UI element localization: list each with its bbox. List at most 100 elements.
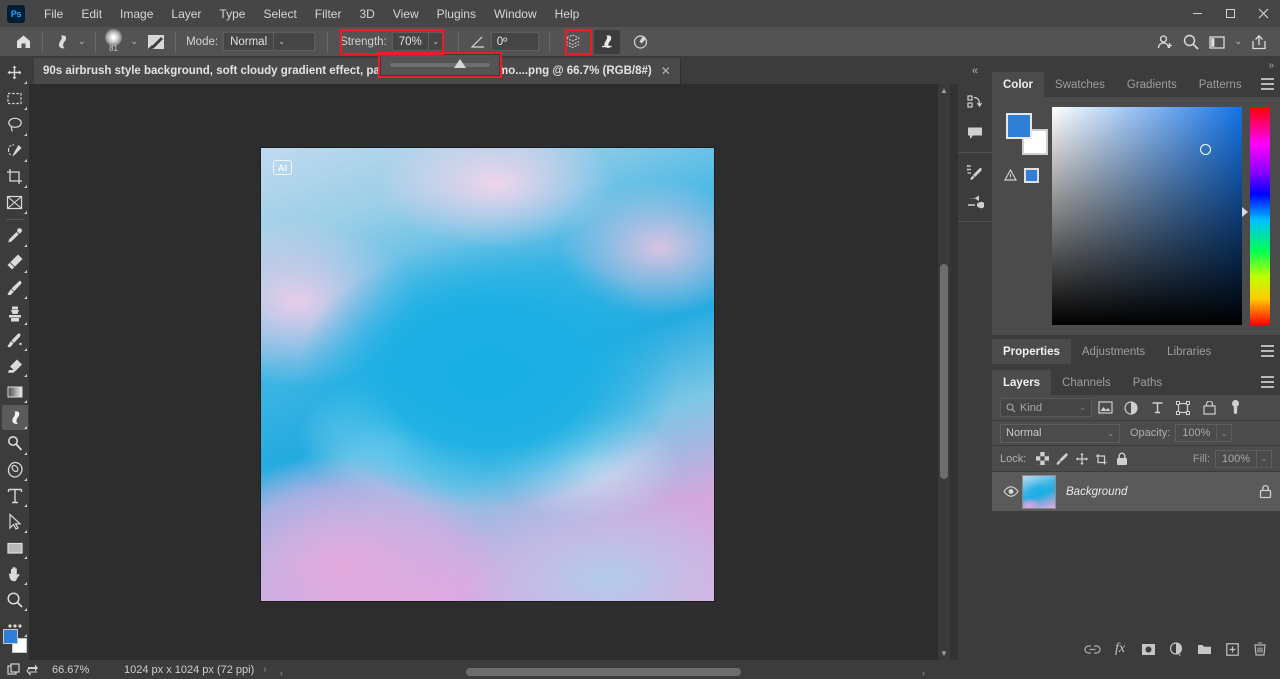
menu-3d[interactable]: 3D (350, 3, 383, 25)
share-export-icon[interactable] (1246, 30, 1272, 54)
hscroll-left-icon[interactable]: ‹ (280, 668, 283, 678)
tool-dodge[interactable] (2, 431, 28, 456)
tab-paths[interactable]: Paths (1121, 370, 1174, 395)
maximize-button[interactable] (1214, 0, 1247, 27)
menu-help[interactable]: Help (546, 3, 589, 25)
tab-libraries[interactable]: Libraries (1156, 339, 1223, 364)
document-icon[interactable] (4, 660, 23, 679)
hue-slider[interactable] (1242, 107, 1270, 325)
brush-preview[interactable]: 81 (102, 28, 126, 54)
gamut-warning-icon[interactable] (1004, 169, 1017, 181)
filter-smart-object-icon[interactable] (1196, 397, 1222, 419)
history-icon[interactable] (958, 88, 992, 118)
status-expand-icon[interactable]: › (254, 664, 275, 675)
workspace-chevron-icon[interactable]: ⌄ (1230, 36, 1246, 47)
tool-frame[interactable] (2, 190, 28, 215)
mode-dropdown[interactable]: Normal ⌄ (223, 32, 316, 51)
lock-position-icon[interactable] (1072, 449, 1092, 469)
tab-adjustments[interactable]: Adjustments (1070, 339, 1157, 364)
menu-select[interactable]: Select (254, 3, 305, 25)
image-canvas[interactable]: AI (260, 147, 715, 602)
tool-horizontal-type[interactable] (2, 483, 28, 508)
dock-collapse-button[interactable]: « (958, 58, 992, 84)
tool-history-brush[interactable] (2, 327, 28, 352)
web-safe-color-swatch[interactable] (1024, 168, 1039, 183)
layer-thumbnail[interactable] (1022, 474, 1056, 509)
tab-properties[interactable]: Properties (992, 339, 1071, 364)
strength-slider-popup[interactable] (380, 54, 500, 76)
new-group-icon[interactable] (1190, 637, 1218, 661)
tool-clone-stamp[interactable] (2, 301, 28, 326)
scroll-up-icon[interactable]: ▲ (938, 84, 950, 97)
tool-spot-healing-brush[interactable] (2, 249, 28, 274)
layer-style-fx-icon[interactable]: fx (1106, 637, 1134, 661)
filter-shape-icon[interactable] (1170, 397, 1196, 419)
strength-dropdown[interactable]: 70% ⌄ (391, 32, 444, 51)
tool-gradient[interactable] (2, 379, 28, 404)
pressure-for-size-icon[interactable] (628, 30, 654, 54)
opacity-chevron-icon[interactable]: ⌄ (1217, 424, 1233, 442)
tool-zoom[interactable] (2, 587, 28, 612)
tab-layers[interactable]: Layers (992, 370, 1052, 395)
lock-artboard-nesting-icon[interactable] (1092, 449, 1112, 469)
foreground-background-colors[interactable] (3, 629, 27, 653)
tool-hand[interactable] (2, 561, 28, 586)
layer-visibility-icon[interactable] (1000, 486, 1022, 497)
tool-move[interactable] (2, 60, 28, 85)
layers-panel-menu-icon[interactable] (1261, 376, 1274, 388)
strength-chevron-icon[interactable]: ⌄ (427, 33, 443, 50)
color-panel-foreground-swatch[interactable] (1006, 113, 1032, 139)
canvas-vertical-scrollbar[interactable]: ▲ ▼ (938, 84, 950, 660)
menu-type[interactable]: Type (210, 3, 254, 25)
properties-panel-menu-icon[interactable] (1261, 345, 1274, 357)
tool-smudge[interactable] (1, 405, 28, 430)
finger-painting-icon[interactable] (593, 29, 620, 54)
zoom-level[interactable]: 66.67% (42, 664, 110, 676)
foreground-color-swatch[interactable] (3, 629, 18, 644)
filter-pixel-icon[interactable] (1092, 397, 1118, 419)
hscroll-right-icon[interactable]: › (922, 668, 925, 678)
color-field-cursor[interactable] (1200, 144, 1212, 156)
table-row[interactable]: Background (992, 472, 1280, 512)
sample-all-layers-icon[interactable] (560, 30, 586, 54)
filter-type-icon[interactable] (1144, 397, 1170, 419)
tab-color[interactable]: Color (992, 72, 1045, 97)
color-field[interactable] (1052, 107, 1242, 325)
canvas-horizontal-scrollbar[interactable] (466, 668, 741, 676)
menu-image[interactable]: Image (111, 3, 162, 25)
tool-preset-chevron-icon[interactable]: ⌄ (75, 36, 89, 47)
scroll-down-icon[interactable]: ▼ (938, 647, 950, 660)
layer-locked-icon[interactable] (1259, 484, 1272, 499)
menu-view[interactable]: View (384, 3, 428, 25)
lock-image-pixels-icon[interactable] (1052, 449, 1072, 469)
tool-rectangular-marquee[interactable] (2, 86, 28, 111)
delete-layer-icon[interactable] (1246, 637, 1274, 661)
new-fill-adjustment-icon[interactable] (1162, 637, 1190, 661)
share-user-icon[interactable] (1152, 30, 1178, 54)
hue-slider-marker[interactable] (1242, 207, 1248, 218)
comments-icon[interactable] (958, 118, 992, 148)
layer-mask-icon[interactable] (1134, 637, 1162, 661)
opacity-value[interactable]: 100% (1175, 424, 1218, 442)
menu-layer[interactable]: Layer (162, 3, 210, 25)
tab-gradients[interactable]: Gradients (1115, 72, 1188, 97)
tool-brush[interactable] (2, 275, 28, 300)
menu-window[interactable]: Window (485, 3, 546, 25)
brushes-icon[interactable] (958, 187, 992, 217)
blend-mode-dropdown[interactable]: Normal ⌄ (1000, 423, 1120, 443)
tool-lasso[interactable] (2, 112, 28, 137)
menu-filter[interactable]: Filter (306, 3, 351, 25)
canvas-scroll-thumb[interactable] (940, 264, 948, 479)
menu-file[interactable]: File (35, 3, 72, 25)
strength-slider-thumb[interactable] (454, 59, 466, 68)
workspace-icon[interactable] (1204, 30, 1230, 54)
lock-transparent-pixels-icon[interactable] (1032, 449, 1052, 469)
rotate-icon[interactable] (23, 660, 42, 679)
minimize-button[interactable] (1181, 0, 1214, 27)
menu-edit[interactable]: Edit (72, 3, 111, 25)
home-icon[interactable] (10, 30, 36, 54)
layer-filter-kind-dropdown[interactable]: Kind ⌄ (1000, 398, 1092, 417)
document-tab-close-icon[interactable]: ✕ (661, 64, 671, 78)
search-icon[interactable] (1178, 30, 1204, 54)
tab-swatches[interactable]: Swatches (1044, 72, 1116, 97)
